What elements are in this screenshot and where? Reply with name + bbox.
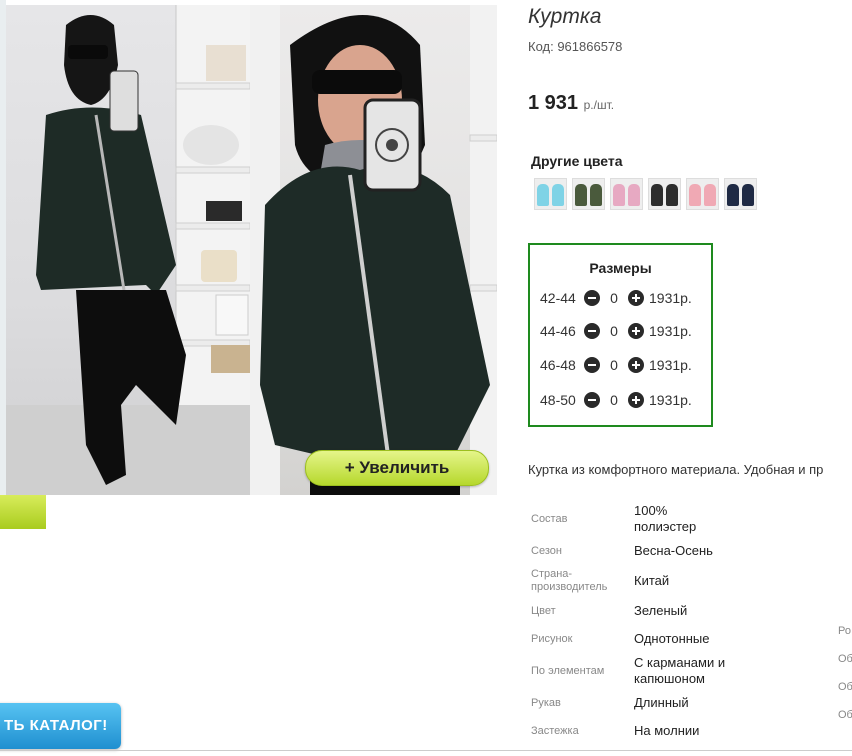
swatch-figure [666,184,678,206]
sizes-title: Размеры [589,260,652,276]
product-title: Куртка [528,5,602,28]
spec-value: 100% полиэстер [634,503,697,534]
product-description: Куртка из комфортного материала. Удобная… [528,462,824,477]
swatch-figure [689,184,701,206]
color-swatch[interactable] [572,178,605,210]
quantity-value[interactable]: 0 [600,392,628,408]
bottom-divider [0,750,852,751]
photo-1-illustration [6,5,250,495]
spec-label: Застежка [531,725,579,737]
catalog-button[interactable]: ТЬ КАТАЛОГ! [0,703,121,749]
size-price: 1931р. [649,357,692,373]
swatch-figure [727,184,739,206]
plus-icon[interactable] [628,290,644,306]
minus-icon[interactable] [584,392,600,408]
spec-label: Рисунок [531,633,573,645]
size-row: 46-48 0 1931р. [540,355,692,375]
edge-label: Об [838,681,852,693]
size-price: 1931р. [649,323,692,339]
swatch-figure [575,184,587,206]
edge-label: Ро [838,625,851,637]
color-swatch[interactable] [648,178,681,210]
swatch-figure [552,184,564,206]
swatch-figure [537,184,549,206]
minus-icon[interactable] [584,357,600,373]
color-swatch[interactable] [534,178,567,210]
quantity-value[interactable]: 0 [600,323,628,339]
plus-icon[interactable] [628,357,644,373]
sizes-panel: Размеры 42-44 0 1931р. 44-46 0 1931р. 46… [528,243,713,427]
spec-value: Зеленый [634,603,688,618]
swatch-figure [590,184,602,206]
zoom-button[interactable]: + Увеличить [305,450,489,486]
spec-value: На молнии [634,723,700,738]
spec-value: Длинный [634,695,689,710]
size-label: 46-48 [540,357,576,373]
spec-label: По элементам [531,665,605,677]
swatch-figure [651,184,663,206]
size-label: 42-44 [540,290,576,306]
size-price: 1931р. [649,290,692,306]
minus-icon[interactable] [584,290,600,306]
product-photo-1[interactable] [6,5,250,495]
spec-label: Сезон [531,545,562,557]
lime-button-fragment[interactable] [0,495,46,529]
size-row: 42-44 0 1931р. [540,288,692,308]
edge-label: Об [838,709,852,721]
size-price: 1931р. [649,392,692,408]
product-price: 1 931 р./шт. [528,92,614,115]
swatch-figure [628,184,640,206]
color-swatches [534,178,757,210]
size-label: 48-50 [540,392,576,408]
spec-label: Состав [531,513,568,525]
size-row: 44-46 0 1931р. [540,321,692,341]
color-swatch[interactable] [686,178,719,210]
color-swatch[interactable] [610,178,643,210]
price-unit: р./шт. [583,98,615,112]
spec-label: Рукав [531,697,561,709]
size-label: 44-46 [540,323,576,339]
spec-value: С карманами и капюшоном [634,655,726,686]
quantity-value[interactable]: 0 [600,290,628,306]
plus-icon[interactable] [628,323,644,339]
color-swatch[interactable] [724,178,757,210]
swatch-figure [613,184,625,206]
other-colors-title: Другие цвета [531,153,623,169]
edge-label: Об [838,653,852,665]
quantity-value[interactable]: 0 [600,357,628,373]
spec-label: Цвет [531,605,556,617]
spec-value: Однотонные [634,631,710,646]
plus-icon[interactable] [628,392,644,408]
spec-value: Весна-Осень [634,543,713,558]
product-photo-2[interactable] [250,5,497,495]
spec-label: Страна-производитель [531,568,608,593]
photo-2-illustration [250,5,497,495]
swatch-figure [704,184,716,206]
swatch-figure [742,184,754,206]
price-value: 1 931 [528,92,579,114]
product-code: Код: 961866578 [528,39,623,54]
spec-value: Китай [634,573,670,588]
minus-icon[interactable] [584,323,600,339]
size-row: 48-50 0 1931р. [540,390,692,410]
